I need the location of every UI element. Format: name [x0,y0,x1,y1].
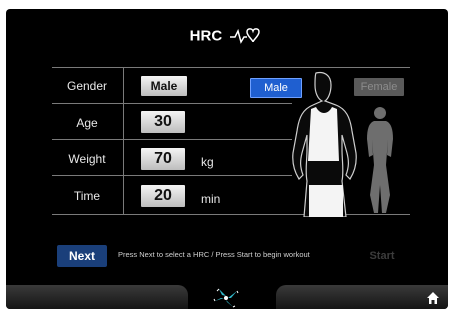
bottom-bar-right [276,285,448,309]
page-title: HRC [6,27,448,45]
bottom-bar-left [6,285,188,309]
workout-setup-screen: HRC Gender Male Age 30 Weight 70 kg Time… [6,9,448,309]
page-title-text: HRC [189,27,223,45]
weight-value-field[interactable]: 70 [141,148,185,170]
time-unit: min [201,192,221,206]
instruction-text: Press Next to select a HRC / Press Start… [118,250,310,259]
fan-icon[interactable] [211,287,241,309]
gender-value-field[interactable]: Male [141,76,187,96]
female-figure-image [367,107,393,213]
start-button[interactable]: Start [362,246,402,266]
heart-rate-icon [230,28,261,44]
divider [123,67,124,215]
divider [52,67,410,68]
time-value-field[interactable]: 20 [141,185,185,207]
time-label: Time [73,189,101,203]
age-label: Age [76,116,98,130]
age-value-field[interactable]: 30 [141,111,185,133]
divider [52,103,292,104]
home-icon[interactable] [426,291,440,305]
gender-label: Gender [66,79,108,93]
weight-unit: kg [201,155,214,169]
divider [52,175,292,176]
divider [52,139,292,140]
next-button[interactable]: Next [57,245,107,267]
weight-label: Weight [68,152,106,166]
